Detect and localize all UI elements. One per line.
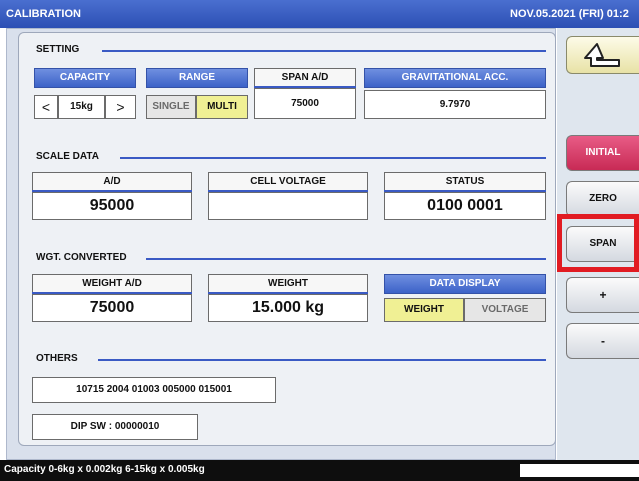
range-header: RANGE (146, 68, 248, 88)
others-divider (98, 359, 546, 361)
range-single-option[interactable]: SINGLE (146, 95, 196, 119)
scale-data-heading: SCALE DATA (36, 151, 99, 162)
minus-button[interactable]: - (566, 323, 639, 359)
wgt-converted-divider (146, 258, 546, 260)
back-button[interactable] (566, 36, 639, 74)
weight-ad-value: 75000 (32, 294, 192, 322)
wgt-converted-heading: WGT. CONVERTED (36, 252, 127, 263)
data-display-voltage-option[interactable]: VOLTAGE (464, 298, 546, 322)
window-title: CALIBRATION (6, 8, 81, 20)
weight-value: 15.000 kg (208, 294, 368, 322)
title-bar: CALIBRATION NOV.05.2021 (FRI) 01:2 (0, 0, 639, 28)
ad-header: A/D (32, 172, 192, 190)
span-ad-value: 75000 (254, 88, 356, 119)
setting-divider (102, 50, 546, 52)
cell-voltage-header: CELL VOLTAGE (208, 172, 368, 190)
grav-acc-header: GRAVITATIONAL ACC. (364, 68, 546, 88)
plus-button[interactable]: + (566, 277, 639, 313)
span-highlight-frame (557, 214, 639, 272)
capacity-prev-button[interactable]: < (34, 95, 58, 119)
others-heading: OTHERS (36, 353, 78, 364)
capacity-header: CAPACITY (34, 68, 136, 88)
ad-value: 95000 (32, 192, 192, 220)
range-multi-option[interactable]: MULTI (196, 95, 248, 119)
datetime-label: NOV.05.2021 (FRI) 01:2 (510, 8, 629, 20)
others-info-value: 10715 2004 01003 005000 015001 (32, 377, 276, 403)
status-bar-field (520, 464, 639, 477)
weight-ad-header: WEIGHT A/D (32, 274, 192, 292)
zero-button[interactable]: ZERO (566, 181, 639, 217)
cell-voltage-value (208, 192, 368, 220)
setting-heading: SETTING (36, 44, 80, 55)
capacity-value: 15kg (58, 95, 105, 119)
data-display-header: DATA DISPLAY (384, 274, 546, 294)
span-ad-header: SPAN A/D (254, 68, 356, 86)
status-header: STATUS (384, 172, 546, 190)
dip-sw-value: DIP SW : 00000010 (32, 414, 198, 440)
grav-acc-value: 9.7970 (364, 90, 546, 119)
back-arrow-icon (584, 43, 620, 67)
status-value: 0100 0001 (384, 192, 546, 220)
initial-button[interactable]: INITIAL (566, 135, 639, 171)
data-display-weight-option[interactable]: WEIGHT (384, 298, 464, 322)
capacity-next-button[interactable]: > (105, 95, 136, 119)
weight-header: WEIGHT (208, 274, 368, 292)
scale-data-divider (120, 157, 546, 159)
